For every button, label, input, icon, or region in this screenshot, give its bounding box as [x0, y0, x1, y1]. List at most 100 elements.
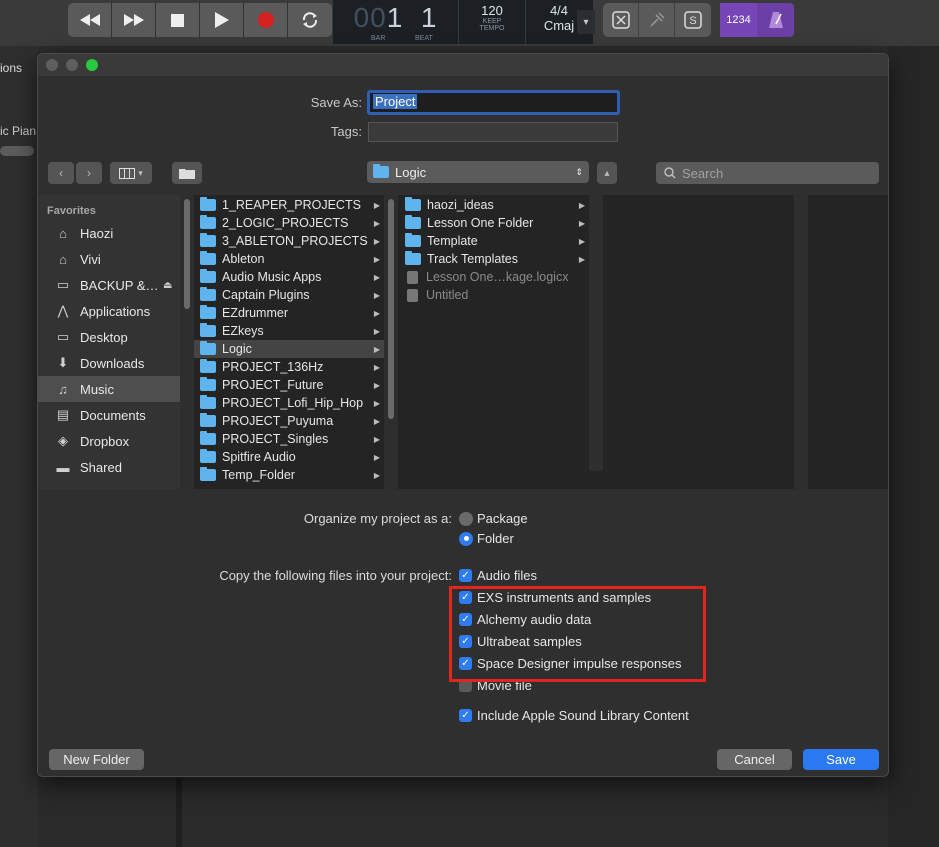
sidebar-item-label: Vivi — [80, 251, 101, 267]
tuner-button[interactable] — [639, 3, 675, 37]
drive-icon: ▭ — [56, 277, 70, 292]
logic-toolbar: 001 1 BAR BEAT 120 KEEP TEMPO 4/4 Cmaj ▾… — [0, 0, 939, 46]
save-dialog: Save As: Project Tags: ‹ › ▾ Logic ⇕ ▴ S… — [37, 53, 889, 777]
close-window-button[interactable] — [46, 59, 58, 71]
zoom-window-button[interactable] — [86, 59, 98, 71]
svg-text:S: S — [689, 15, 696, 27]
collapse-button[interactable]: ▴ — [597, 162, 617, 184]
folder-row[interactable]: Temp_Folder ▶ — [194, 466, 384, 484]
folder-row[interactable]: PROJECT_Future ▶ — [194, 376, 384, 394]
view-mode-button[interactable]: ▾ — [110, 162, 152, 184]
disclosure-arrow-icon: ▶ — [578, 236, 585, 246]
folder-row[interactable]: 3_ABLETON_PROJECTS ▶ — [194, 232, 384, 250]
play-button[interactable] — [200, 3, 244, 37]
save-button[interactable]: Save — [803, 749, 879, 770]
organize-folder-radio[interactable]: Folder — [459, 531, 514, 546]
sidebar-item[interactable]: ▬ Shared — [38, 454, 180, 480]
copy-option-checkbox[interactable]: ✓ Audio files — [459, 568, 537, 583]
folder-icon — [200, 467, 216, 481]
dialog-titlebar — [38, 54, 888, 76]
folder-row[interactable]: PROJECT_Lofi_Hip_Hop ▶ — [194, 394, 384, 412]
tags-input[interactable] — [368, 122, 618, 142]
folder-row[interactable]: Logic ▶ — [194, 340, 384, 358]
folder-row[interactable]: Lesson One Folder ▶ — [399, 214, 589, 232]
minimize-window-button[interactable] — [66, 59, 78, 71]
sidebar-item[interactable]: ♫ Music — [38, 376, 180, 402]
sidebar-scrollbar[interactable] — [180, 195, 194, 489]
folder-row[interactable]: haozi_ideas ▶ — [399, 196, 589, 214]
eject-icon[interactable]: ⏏ — [163, 280, 172, 291]
column-3-scrollbar[interactable] — [794, 195, 808, 489]
folder-row[interactable]: Spitfire Audio ▶ — [194, 448, 384, 466]
forward-button[interactable]: › — [76, 162, 102, 184]
new-folder-button[interactable]: New Folder — [49, 749, 144, 770]
location-select[interactable]: Logic ⇕ — [367, 161, 589, 183]
lcd-beat-label: BEAT — [415, 35, 433, 42]
radio-button-selected-icon — [459, 531, 473, 546]
disclosure-arrow-icon: ▶ — [578, 218, 585, 228]
radio-button-icon — [459, 511, 473, 526]
documents-icon: ▤ — [56, 407, 70, 422]
folder-row[interactable]: Ableton ▶ — [194, 250, 384, 268]
fast-forward-button[interactable] — [112, 3, 156, 37]
folder-row[interactable]: PROJECT_136Hz ▶ — [194, 358, 384, 376]
background-tab-fragment: ions — [0, 61, 23, 75]
new-folder-icon-button[interactable] — [172, 162, 202, 184]
folder-row[interactable]: 2_LOGIC_PROJECTS ▶ — [194, 214, 384, 232]
disclosure-arrow-icon: ▶ — [373, 398, 380, 408]
folder-label: Track Templates — [427, 252, 519, 266]
folder-row[interactable]: Captain Plugins ▶ — [194, 286, 384, 304]
sidebar-item-label: Desktop — [80, 329, 128, 345]
solo-button[interactable]: S — [675, 3, 711, 37]
record-button[interactable] — [244, 3, 288, 37]
count-in-button[interactable]: 1234 — [720, 3, 757, 37]
file-row[interactable]: Lesson One…kage.logicx — [399, 268, 589, 286]
lcd-bar-leading: 00 — [353, 2, 387, 33]
sidebar-item[interactable]: ▭ BACKUP &… ⏏ — [38, 272, 180, 298]
cancel-button[interactable]: Cancel — [717, 749, 792, 770]
column-1-scrollbar[interactable] — [384, 195, 398, 489]
stop-button[interactable] — [156, 3, 200, 37]
copy-option-checkbox[interactable]: ✓ Include Apple Sound Library Content — [459, 708, 689, 723]
folder-row[interactable]: Template ▶ — [399, 232, 589, 250]
sidebar-item[interactable]: ⬇ Downloads — [38, 350, 180, 376]
highlight-box — [449, 586, 706, 682]
file-row[interactable]: Untitled — [399, 286, 589, 304]
lcd-mode-chevron-icon[interactable]: ▾ — [577, 10, 595, 34]
folder-label: PROJECT_136Hz — [222, 360, 324, 374]
sidebar-item[interactable]: ⌂ Vivi — [38, 246, 180, 272]
metronome-button[interactable] — [757, 3, 794, 37]
lcd-tempo[interactable]: 120 KEEP TEMPO — [458, 0, 525, 44]
disclosure-arrow-icon: ▶ — [373, 326, 380, 336]
folder-label: EZkeys — [222, 324, 264, 338]
folder-label: Spitfire Audio — [222, 450, 296, 464]
column-2-scrollbar[interactable] — [589, 195, 603, 471]
folder-label: Template — [427, 234, 478, 248]
rewind-button[interactable] — [68, 3, 112, 37]
sidebar-item[interactable]: ⋀ Applications — [38, 298, 180, 324]
sidebar-item[interactable]: ◈ Dropbox — [38, 428, 180, 454]
sidebar-item[interactable]: ▤ Documents — [38, 402, 180, 428]
sidebar-item[interactable]: ⌂ Haozi — [38, 220, 180, 246]
folder-row[interactable]: EZkeys ▶ — [194, 322, 384, 340]
save-as-input[interactable]: Project — [367, 90, 620, 115]
chevron-down-icon: ▾ — [138, 167, 143, 178]
cycle-button[interactable] — [288, 3, 332, 37]
lcd-display[interactable]: 001 1 BAR BEAT 120 KEEP TEMPO 4/4 Cmaj — [333, 0, 593, 44]
folder-row[interactable]: Track Templates ▶ — [399, 250, 589, 268]
folder-row[interactable]: PROJECT_Singles ▶ — [194, 430, 384, 448]
folder-label: Temp_Folder — [222, 468, 295, 482]
folder-row[interactable]: PROJECT_Puyuma ▶ — [194, 412, 384, 430]
replace-button[interactable] — [603, 3, 639, 37]
sidebar-item[interactable]: ▭ Desktop — [38, 324, 180, 350]
folder-row[interactable]: Audio Music Apps ▶ — [194, 268, 384, 286]
folder-row[interactable]: 1_REAPER_PROJECTS ▶ — [194, 196, 384, 214]
sidebar-item-label: Shared — [80, 459, 122, 475]
sidebar-item-label: Documents — [80, 407, 146, 423]
folder-icon — [200, 341, 216, 355]
organize-label: Organize my project as a: — [303, 511, 452, 526]
search-input[interactable]: Search — [656, 162, 879, 184]
organize-package-radio[interactable]: Package — [459, 511, 528, 526]
folder-row[interactable]: EZdrummer ▶ — [194, 304, 384, 322]
back-button[interactable]: ‹ — [48, 162, 74, 184]
